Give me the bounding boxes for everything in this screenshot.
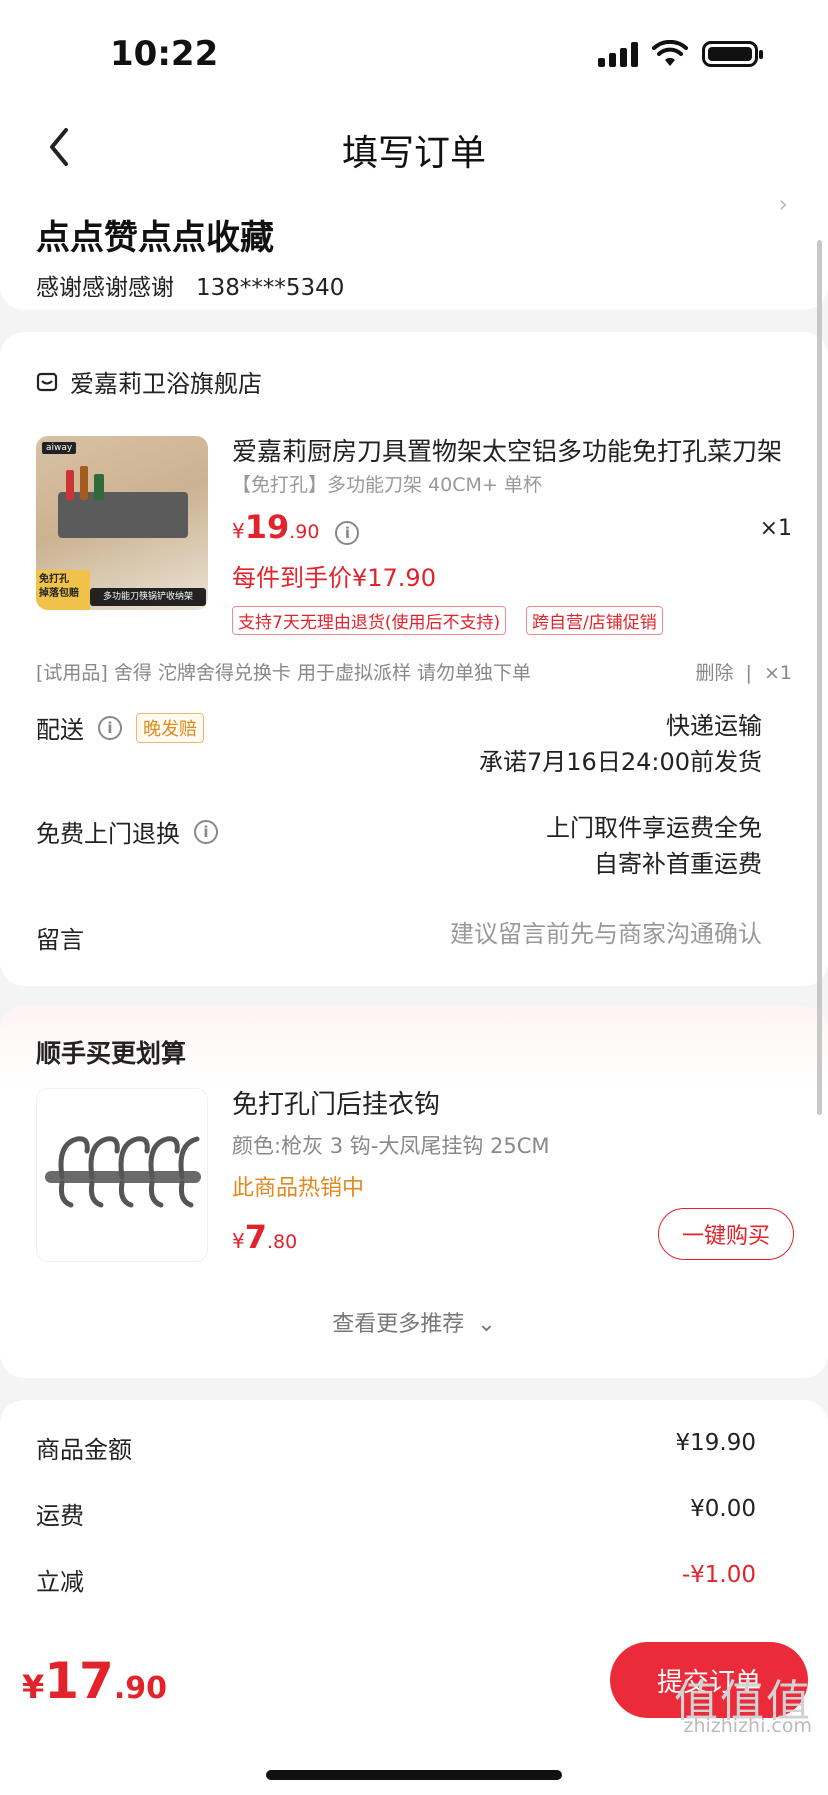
summary-value-discount: -¥1.00: [681, 1562, 756, 1588]
gift-text: [试用品] 舍得 沱牌舍得兑换卡 用于虚拟派样 请勿单独下单: [36, 662, 531, 684]
total-currency: ¥: [22, 1668, 45, 1706]
product-image-corner: 免打孔 掉落包赔: [36, 570, 90, 610]
product-price: ¥ 19 .90 i: [232, 508, 360, 546]
late-compensation-tag: 晚发赔: [136, 712, 204, 743]
gift-item-row: [试用品] 舍得 沱牌舍得兑换卡 用于虚拟派样 请勿单独下单 删除 | ×1: [36, 658, 792, 685]
info-icon[interactable]: i: [98, 715, 122, 740]
status-time: 10:22: [110, 34, 219, 74]
summary-label-goods: 商品金额: [36, 1436, 132, 1464]
wifi-icon: [652, 40, 688, 66]
address-contact: 感谢感谢感谢 138****5340: [36, 268, 344, 302]
summary-value-goods: ¥19.90: [675, 1430, 756, 1456]
delivery-label: 配送: [36, 716, 84, 744]
product-title[interactable]: 爱嘉莉厨房刀具置物架太空铝多功能免打孔菜刀架: [232, 432, 792, 468]
summary-label-discount: 立减: [36, 1568, 84, 1596]
return-policy-tag: 支持7天无理由退货(使用后不支持): [232, 606, 507, 635]
scrollbar[interactable]: [817, 240, 822, 1115]
gift-quantity: ×1: [763, 662, 792, 684]
recommend-card: 顺手买更划算 免打孔门后挂衣钩 颜色:枪灰 3 钩-大凤尾挂钩 25CM 此商品…: [0, 1006, 828, 1378]
recommend-product-spec: 颜色:枪灰 3 钩-大凤尾挂钩 25CM: [232, 1134, 550, 1158]
delivery-method: 快递运输: [666, 712, 762, 740]
product-image[interactable]: aiway 免打孔 掉落包赔 多功能刀筷锅铲收纳架: [36, 436, 208, 610]
delivery-info[interactable]: 快递运输 承诺7月16日24:00前发货: [479, 708, 762, 780]
recommend-hot-label: 此商品热销中: [232, 1176, 365, 1201]
watermark: 值值值 zhizhizhi.com: [674, 1676, 812, 1738]
store-order-card: 爱嘉莉卫浴旗舰店 aiway 免打孔 掉落包赔 多功能刀筷锅铲收纳架 爱嘉莉厨房…: [0, 332, 828, 986]
recommend-product-image[interactable]: [36, 1088, 208, 1262]
bottle-shape: [94, 474, 104, 500]
total-price: ¥ 17 .90: [22, 1652, 167, 1710]
product-image-banner: 多功能刀筷锅铲收纳架: [90, 588, 206, 606]
bottom-action-bar: ¥ 17 .90 提交订单 值值值 zhizhizhi.com: [0, 1630, 828, 1795]
return-row-label: 免费上门退换 i: [36, 814, 218, 849]
contact-phone: 138****5340: [195, 275, 345, 301]
address-name: 点点赞点点收藏: [36, 218, 274, 258]
watermark-url: zhizhizhi.com: [683, 1715, 812, 1737]
free-return-label: 免费上门退换: [36, 820, 180, 848]
price-currency: ¥: [232, 519, 245, 543]
chevron-down-icon: ⌄: [477, 1312, 496, 1337]
address-card[interactable]: 点点赞点点收藏 感谢感谢感谢 138****5340 ›: [0, 190, 828, 310]
bottle-shape: [66, 470, 74, 500]
product-spec[interactable]: 【免打孔】多功能刀架 40CM+ 单杯: [232, 470, 542, 497]
battery-icon: [702, 41, 763, 67]
summary-value-shipping: ¥0.00: [690, 1496, 756, 1522]
view-more-recommend[interactable]: 查看更多推荐 ⌄: [0, 1306, 828, 1338]
page-title: 填写订单: [341, 133, 486, 174]
return-line-2: 自寄补首重运费: [594, 850, 762, 878]
price-integer: 19: [244, 508, 290, 546]
summary-label-shipping: 运费: [36, 1502, 84, 1530]
status-icons: [598, 40, 763, 68]
price-currency: ¥: [232, 1229, 245, 1253]
watermark-logo: 值值值: [674, 1676, 812, 1727]
recommend-title: 顺手买更划算: [36, 1039, 187, 1068]
home-indicator[interactable]: [266, 1770, 562, 1780]
promotion-tag: 跨自营/店铺促销: [526, 606, 663, 635]
shelf-shape: [58, 492, 188, 538]
info-icon[interactable]: i: [194, 819, 218, 844]
store-header[interactable]: 爱嘉莉卫浴旗舰店: [36, 364, 262, 399]
bottle-shape: [80, 466, 88, 500]
price-decimal: .80: [267, 1231, 298, 1253]
contact-name: 感谢感谢感谢: [36, 275, 174, 301]
coat-hook-image: [45, 1136, 201, 1208]
chevron-right-icon: ›: [778, 190, 788, 218]
delivery-row-label: 配送 i 晚发赔: [36, 710, 204, 745]
status-bar: 10:22: [0, 0, 828, 108]
price-integer: 7: [244, 1218, 267, 1256]
cellular-signal-icon: [598, 41, 638, 67]
view-more-label: 查看更多推荐: [332, 1312, 465, 1337]
return-line-1: 上门取件享运费全免: [546, 814, 762, 842]
product-quantity: ×1: [759, 516, 792, 541]
gift-delete-link[interactable]: 删除: [695, 662, 733, 684]
price-summary-card: 商品金额 ¥19.90 运费 ¥0.00 立减 -¥1.00: [0, 1400, 828, 1630]
store-name: 爱嘉莉卫浴旗舰店: [70, 370, 262, 398]
return-info: 上门取件享运费全免 自寄补首重运费: [546, 810, 762, 882]
message-label: 留言: [36, 926, 84, 954]
recommend-product-name[interactable]: 免打孔门后挂衣钩: [232, 1084, 440, 1121]
message-input[interactable]: 建议留言前先与商家沟通确认: [450, 916, 762, 952]
unit-price-after-discount: 每件到手价¥17.90: [232, 564, 436, 592]
info-icon[interactable]: i: [335, 521, 360, 545]
price-decimal: .90: [289, 521, 320, 543]
total-integer: 17: [44, 1652, 114, 1710]
nav-header: 填写订单: [0, 108, 828, 190]
product-image-brand: aiway: [42, 442, 77, 454]
recommend-price: ¥ 7 .80: [232, 1218, 297, 1256]
one-click-buy-button[interactable]: 一键购买: [658, 1208, 794, 1260]
store-icon: [36, 372, 58, 391]
delivery-promise: 承诺7月16日24:00前发货: [479, 748, 762, 776]
total-decimal: .90: [113, 1671, 168, 1706]
